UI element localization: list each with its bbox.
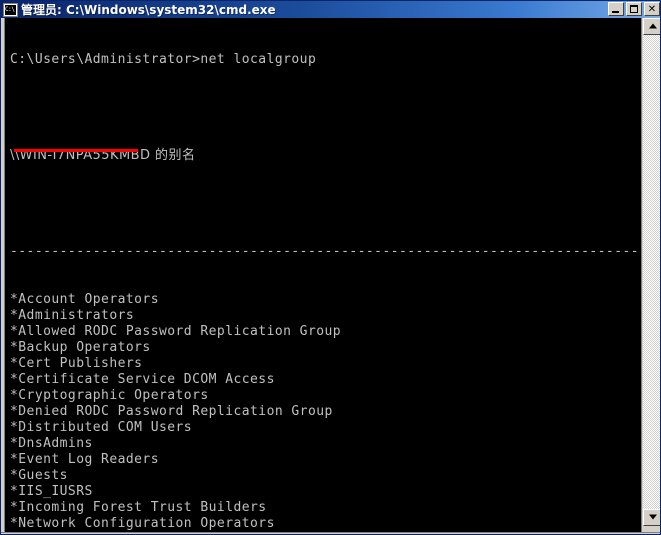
console-text: C:\Users\Administrator>net localgroup \\… [10, 20, 641, 532]
local-group-item: *Incoming Forest Trust Builders [10, 500, 267, 515]
console-line-prompt: C:\Users\Administrator>net localgroup [10, 52, 317, 67]
cmd-icon [3, 2, 18, 17]
close-button[interactable]: ✕ [644, 2, 660, 16]
console-line-separator: ----------------------------------------… [10, 244, 641, 259]
console-line-blank-1 [10, 100, 641, 116]
scroll-down-arrow-icon[interactable] [643, 509, 660, 526]
local-group-item: *Certificate Service DCOM Access [10, 372, 275, 387]
local-group-item: *Backup Operators [10, 340, 151, 355]
local-group-item: *Denied RODC Password Replication Group [10, 404, 333, 419]
scrollbar-track[interactable] [643, 35, 660, 515]
window-title: 管理员: C:\Windows\system32\cmd.exe [21, 3, 276, 17]
local-group-item: *DnsAdmins [10, 436, 93, 451]
local-group-item: *Guests [10, 468, 68, 483]
local-group-item: *Cryptographic Operators [10, 388, 209, 403]
scroll-up-arrow-icon[interactable] [643, 18, 660, 35]
local-group-item: *Network Configuration Operators [10, 516, 275, 531]
local-group-item: *Administrators [10, 308, 135, 323]
local-group-item: *Cert Publishers [10, 356, 143, 371]
console-line-blank-2 [10, 196, 641, 212]
local-group-item: *Distributed COM Users [10, 420, 193, 435]
window-controls: ✕ [608, 2, 660, 16]
maximize-button[interactable] [626, 2, 642, 16]
local-group-item: *IIS_IUSRS [10, 484, 93, 499]
minimize-button[interactable] [608, 2, 624, 16]
maximize-icon [627, 3, 641, 15]
local-group-item: *Event Log Readers [10, 452, 159, 467]
local-group-list: *Account Operators *Administrators *Allowe… [10, 292, 641, 532]
title-bar[interactable]: 管理员: C:\Windows\system32\cmd.exe ✕ [1, 1, 660, 18]
vertical-scrollbar[interactable] [641, 18, 660, 532]
local-group-item: *Account Operators [10, 292, 159, 307]
administrators-red-underline [14, 149, 138, 152]
console-output-area[interactable]: C:\Users\Administrator>net localgroup \\… [5, 18, 641, 532]
minimize-icon [609, 3, 623, 15]
local-group-item: *Allowed RODC Password Replication Group [10, 324, 342, 339]
close-icon: ✕ [647, 4, 657, 15]
cmd-window: 管理员: C:\Windows\system32\cmd.exe ✕ C:\Us… [0, 0, 661, 535]
client-area: C:\Users\Administrator>net localgroup \\… [1, 18, 660, 534]
